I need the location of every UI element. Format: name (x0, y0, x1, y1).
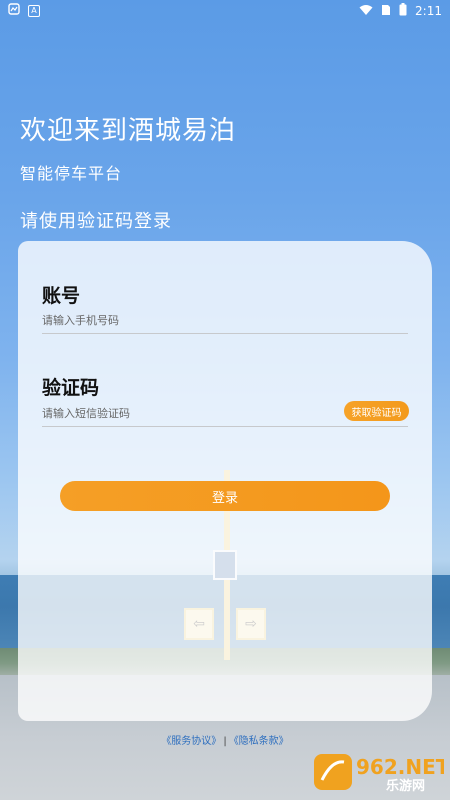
account-label: 账号 (42, 285, 81, 307)
watermark-brand: 962.NET (356, 755, 444, 779)
battery-icon (399, 3, 407, 19)
site-watermark-logo: 962.NET 乐游网 (312, 750, 450, 794)
sim-icon (381, 4, 391, 19)
status-left: A (8, 3, 40, 18)
status-bar: A 2:11 (0, 0, 450, 20)
get-code-button[interactable]: 获取验证码 (344, 401, 409, 421)
link-separator: | (223, 736, 227, 747)
login-card: 账号 验证码 获取验证码 登录 (18, 241, 432, 721)
wifi-icon (359, 4, 373, 19)
welcome-title: 欢迎来到酒城易泊 (20, 116, 237, 146)
notification-icon (8, 3, 20, 18)
login-button[interactable]: 登录 (60, 481, 390, 511)
privacy-policy-link[interactable]: 《隐私条款》 (229, 736, 289, 747)
app-notification-icon: A (28, 4, 40, 17)
login-mode-hint: 请使用验证码登录 (20, 211, 172, 232)
code-label: 验证码 (42, 377, 100, 399)
service-agreement-link[interactable]: 《服务协议》 (161, 736, 221, 747)
status-right: 2:11 (359, 3, 442, 19)
phone-input[interactable] (42, 308, 408, 334)
agreement-links: 《服务协议》 | 《隐私条款》 (0, 732, 450, 747)
watermark-sub: 乐游网 (386, 778, 425, 794)
subtitle: 智能停车平台 (20, 164, 123, 183)
clock: 2:11 (415, 4, 442, 18)
